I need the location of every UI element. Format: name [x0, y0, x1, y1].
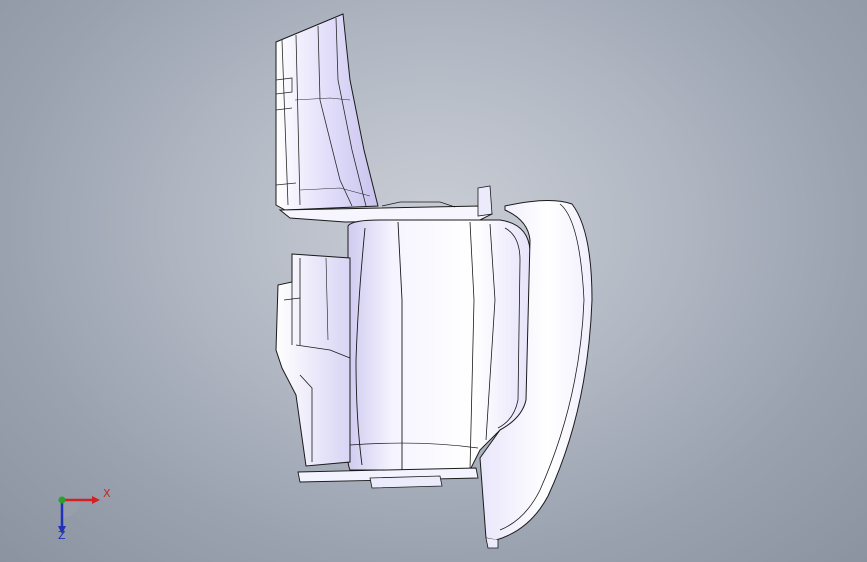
- triad-plane-shade: [62, 500, 80, 518]
- coordinate-triad: X Z: [40, 478, 120, 548]
- x-axis-head: [92, 496, 100, 504]
- x-axis-label: X: [103, 487, 111, 500]
- bottom-rim[interactable]: [297, 467, 479, 489]
- left-housing[interactable]: [275, 253, 351, 467]
- graphics-viewport[interactable]: X Z: [0, 0, 867, 562]
- z-axis-label: Z: [58, 529, 66, 542]
- y-axis-dot: [58, 496, 66, 504]
- hopper-chute[interactable]: [275, 13, 379, 211]
- 3d-model[interactable]: [0, 0, 867, 562]
